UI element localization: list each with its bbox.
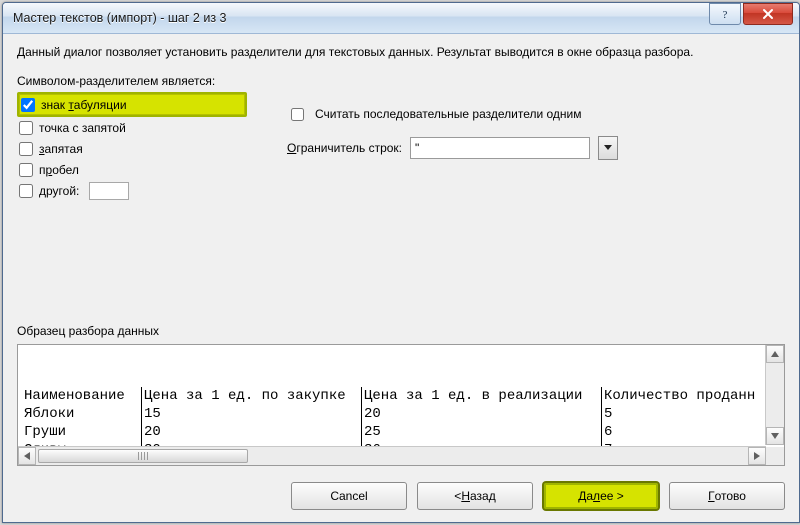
- wizard-window: Мастер текстов (импорт) - шаг 2 из 3 ? Д…: [2, 2, 800, 523]
- preview-cell: 20: [362, 405, 602, 423]
- preview-cell: 5: [602, 405, 782, 423]
- titlebar: Мастер текстов (импорт) - шаг 2 из 3 ?: [3, 3, 799, 34]
- cancel-button[interactable]: Cancel: [291, 482, 407, 510]
- back-button[interactable]: < Назад: [417, 482, 533, 510]
- preview-header-cell: Цена за 1 ед. в реализации: [362, 387, 602, 405]
- qualifier-row: Ограничитель строк: ": [287, 136, 785, 160]
- scrollbar-corner: [766, 447, 784, 465]
- preview-cell: 6: [602, 423, 782, 441]
- qualifier-value[interactable]: ": [410, 137, 590, 159]
- intro-text: Данный диалог позволяет установить разде…: [17, 44, 785, 60]
- other-label: другой:: [39, 184, 79, 198]
- tab-checkbox[interactable]: [21, 98, 35, 112]
- scroll-up-button[interactable]: [766, 345, 784, 363]
- preview-header-cell: Цена за 1 ед. по закупке: [142, 387, 362, 405]
- preview-body: НаименованиеЦена за 1 ед. по закупкеЦена…: [18, 345, 784, 446]
- window-title: Мастер текстов (импорт) - шаг 2 из 3: [13, 11, 709, 25]
- semicolon-checkbox[interactable]: [19, 121, 33, 135]
- horizontal-scrollbar[interactable]: [18, 446, 766, 465]
- comma-label: запятая: [39, 142, 83, 156]
- preview-cell: 20: [142, 423, 362, 441]
- comma-checkbox[interactable]: [19, 142, 33, 156]
- vscroll-track[interactable]: [766, 363, 784, 427]
- preview-cell: Груши: [22, 423, 142, 441]
- right-options: Считать последовательные разделители одн…: [247, 68, 785, 201]
- other-delimiter-input[interactable]: [89, 182, 129, 200]
- scroll-left-button[interactable]: [18, 447, 36, 465]
- space-checkbox[interactable]: [19, 163, 33, 177]
- preview-label: Образец разбора данных: [17, 324, 785, 338]
- delimiters-legend: Символом-разделителем является:: [17, 74, 247, 92]
- delimiter-other-row[interactable]: другой:: [17, 180, 247, 201]
- hscroll-thumb[interactable]: [38, 449, 248, 463]
- delimiter-comma-row[interactable]: запятая: [17, 138, 247, 159]
- consecutive-checkbox[interactable]: [291, 108, 304, 121]
- preview-cell: 15: [142, 405, 362, 423]
- hscroll-track[interactable]: [36, 448, 748, 464]
- close-button[interactable]: [743, 3, 793, 25]
- preview-header-cell: Наименование: [22, 387, 142, 405]
- help-button[interactable]: ?: [709, 3, 741, 25]
- qualifier-label: Ограничитель строк:: [287, 141, 402, 155]
- delimiter-semicolon-row[interactable]: точка с запятой: [17, 117, 247, 138]
- options-area: Символом-разделителем является: знак таб…: [17, 68, 785, 201]
- consecutive-label: Считать последовательные разделители одн…: [315, 107, 582, 121]
- next-button[interactable]: Далее >: [543, 482, 659, 510]
- delimiter-space-row[interactable]: пробел: [17, 159, 247, 180]
- wizard-buttons: Cancel < Назад Далее > Готово: [17, 482, 785, 510]
- other-checkbox[interactable]: [19, 184, 33, 198]
- titlebar-buttons: ?: [709, 7, 795, 29]
- delimiter-tab-row[interactable]: знак табуляции: [17, 92, 247, 117]
- preview-header-cell: Количество проданн: [602, 387, 782, 405]
- consecutive-row[interactable]: Считать последовательные разделители одн…: [287, 102, 785, 126]
- client-area: Данный диалог позволяет установить разде…: [3, 34, 799, 522]
- vertical-scrollbar[interactable]: [765, 345, 784, 445]
- finish-button[interactable]: Готово: [669, 482, 785, 510]
- tab-label: знак табуляции: [41, 98, 127, 112]
- qualifier-dropdown-button[interactable]: [598, 136, 618, 160]
- semicolon-label: точка с запятой: [39, 121, 126, 135]
- delimiters-group: Символом-разделителем является: знак таб…: [17, 68, 247, 201]
- scroll-right-button[interactable]: [748, 447, 766, 465]
- svg-text:?: ?: [723, 9, 728, 20]
- space-label: пробел: [39, 163, 79, 177]
- preview-cell: 25: [362, 423, 602, 441]
- preview-frame: НаименованиеЦена за 1 ед. по закупкеЦена…: [17, 344, 785, 466]
- scroll-down-button[interactable]: [766, 427, 784, 445]
- preview-cell: Яблоки: [22, 405, 142, 423]
- preview-grid: НаименованиеЦена за 1 ед. по закупкеЦена…: [22, 387, 784, 446]
